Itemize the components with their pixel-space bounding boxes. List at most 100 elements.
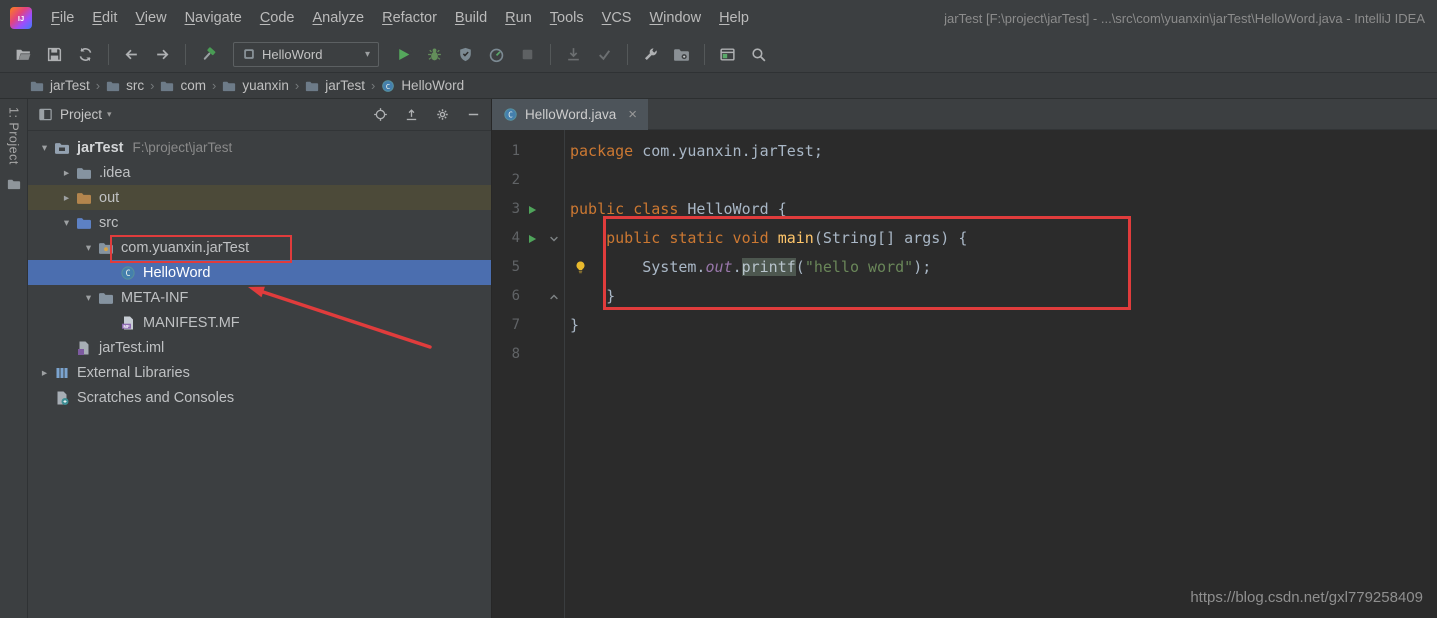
chevron-collapsed-icon[interactable]: ▸: [36, 367, 53, 379]
hammer-icon: [200, 46, 217, 63]
breadcrumb-item-helloword[interactable]: CHelloWord: [381, 78, 464, 93]
run-with-coverage-button[interactable]: [451, 41, 480, 67]
tree-item-jartest[interactable]: ▾jarTestF:\project\jarTest: [28, 135, 491, 160]
project-structure-button[interactable]: [667, 41, 696, 67]
breadcrumb-item-jartest[interactable]: jarTest: [305, 78, 365, 93]
tree-item-scratches-and-consoles[interactable]: Scratches and Consoles: [28, 385, 491, 410]
chevron-collapsed-icon[interactable]: ▸: [58, 167, 75, 179]
window-title: jarTest [F:\project\jarTest] - ...\src\c…: [944, 11, 1425, 26]
fold-up-icon[interactable]: [548, 291, 560, 303]
menu-file[interactable]: File: [42, 0, 83, 36]
code-editor[interactable]: 1package com.yuanxin.jarTest;23public cl…: [492, 130, 1437, 618]
search-everywhere-button[interactable]: [744, 41, 773, 67]
menu-view[interactable]: View: [126, 0, 175, 36]
toolbar-right: [388, 41, 774, 67]
tool-stripe-folder-icon[interactable]: [7, 177, 21, 191]
module-file-icon: [75, 340, 93, 356]
commit-button[interactable]: [590, 41, 619, 67]
tree-item-label: .idea: [99, 165, 130, 181]
stop-button[interactable]: [513, 41, 542, 67]
menu-help[interactable]: Help: [710, 0, 758, 36]
restore-layout-button[interactable]: [713, 41, 742, 67]
project-tool-window: Project ▾ ▾jarTestF:\project\jarTest ▸ .id…: [28, 99, 492, 618]
code-line-7[interactable]: 7}: [492, 311, 1437, 340]
menu-window[interactable]: Window: [640, 0, 710, 36]
chevron-expanded-icon[interactable]: ▾: [58, 217, 75, 229]
menu-vcs[interactable]: VCS: [593, 0, 641, 36]
breadcrumb-item-com[interactable]: com: [160, 78, 206, 93]
code-text: package com.yuanxin.jarTest;: [564, 137, 823, 166]
run-config-selector[interactable]: HelloWord ▾: [233, 42, 379, 67]
collapse-all-icon[interactable]: [404, 107, 419, 122]
menu-code[interactable]: Code: [251, 0, 304, 36]
coverage-icon: [457, 46, 474, 63]
target-icon[interactable]: [373, 107, 388, 122]
bulb-icon[interactable]: [573, 260, 588, 275]
breadcrumb-label: jarTest: [50, 78, 90, 93]
debug-icon: [426, 46, 443, 63]
sync-icon: [77, 46, 94, 63]
chevron-expanded-icon[interactable]: ▾: [80, 292, 97, 304]
open-button[interactable]: [9, 41, 38, 67]
run-triangle-icon[interactable]: [526, 233, 538, 245]
menu-build[interactable]: Build: [446, 0, 496, 36]
code-text: public static void main(String[] args) {: [564, 224, 967, 253]
synchronize-button[interactable]: [71, 41, 100, 67]
update-project-button[interactable]: [559, 41, 588, 67]
profile-button[interactable]: [482, 41, 511, 67]
breadcrumb-item-src[interactable]: src: [106, 78, 144, 93]
editor-tabs: C HelloWord.java ×: [492, 99, 1437, 130]
code-line-2[interactable]: 2: [492, 166, 1437, 195]
chevron-expanded-icon[interactable]: ▾: [80, 242, 97, 254]
tab-helloword-java[interactable]: C HelloWord.java ×: [492, 99, 648, 130]
breadcrumb-label: com: [180, 78, 206, 93]
tree-item-src[interactable]: ▾src: [28, 210, 491, 235]
back-button[interactable]: [117, 41, 146, 67]
breadcrumb-item-jartest[interactable]: jarTest: [30, 78, 90, 93]
code-text: }: [564, 311, 579, 340]
minimize-icon[interactable]: [466, 107, 481, 122]
code-line-5[interactable]: 5 System.out.printf("hello word");: [492, 253, 1437, 282]
tree-item-helloword[interactable]: CHelloWord: [28, 260, 491, 285]
chevron-down-icon[interactable]: ▾: [107, 109, 112, 120]
tree-item-jartest-iml[interactable]: jarTest.iml: [28, 335, 491, 360]
tool-window-button-project[interactable]: 1: Project: [7, 107, 21, 165]
settings-button[interactable]: [636, 41, 665, 67]
breadcrumb-item-yuanxin[interactable]: yuanxin: [222, 78, 289, 93]
tree-item-manifest-mf[interactable]: MFMANIFEST.MF: [28, 310, 491, 335]
forward-button[interactable]: [148, 41, 177, 67]
project-panel-title[interactable]: Project: [60, 107, 102, 122]
run-button[interactable]: [389, 41, 418, 67]
code-line-1[interactable]: 1package com.yuanxin.jarTest;: [492, 137, 1437, 166]
menu-analyze[interactable]: Analyze: [304, 0, 374, 36]
fold-down-icon[interactable]: [548, 233, 560, 245]
tree-item--idea[interactable]: ▸ .idea: [28, 160, 491, 185]
menu-refactor[interactable]: Refactor: [373, 0, 446, 36]
close-icon[interactable]: ×: [628, 106, 637, 123]
code-line-6[interactable]: 6 }: [492, 282, 1437, 311]
code-text: [564, 166, 570, 195]
tree-item-com-yuanxin-jartest[interactable]: ▾com.yuanxin.jarTest: [28, 235, 491, 260]
folder-icon: [75, 165, 93, 181]
menu-tools[interactable]: Tools: [541, 0, 593, 36]
tree-item-label: MANIFEST.MF: [143, 315, 240, 331]
run-triangle-icon[interactable]: [526, 204, 538, 216]
code-line-4[interactable]: 4 public static void main(String[] args)…: [492, 224, 1437, 253]
debug-button[interactable]: [420, 41, 449, 67]
menu-edit[interactable]: Edit: [83, 0, 126, 36]
menu-run[interactable]: Run: [496, 0, 541, 36]
breadcrumb-separator-icon: ›: [96, 78, 100, 93]
tree-item-out[interactable]: ▸out: [28, 185, 491, 210]
out-folder-icon: [75, 190, 93, 206]
code-line-8[interactable]: 8: [492, 340, 1437, 369]
build-project-button[interactable]: [194, 41, 223, 67]
chevron-expanded-icon[interactable]: ▾: [36, 142, 53, 154]
tree-item-external-libraries[interactable]: ▸External Libraries: [28, 360, 491, 385]
chevron-collapsed-icon[interactable]: ▸: [58, 192, 75, 204]
code-line-3[interactable]: 3public class HelloWord {: [492, 195, 1437, 224]
menu-navigate[interactable]: Navigate: [176, 0, 251, 36]
tree-item-meta-inf[interactable]: ▾META-INF: [28, 285, 491, 310]
svg-text:C: C: [386, 81, 390, 90]
gear-icon[interactable]: [435, 107, 450, 122]
save-all-button[interactable]: [40, 41, 69, 67]
